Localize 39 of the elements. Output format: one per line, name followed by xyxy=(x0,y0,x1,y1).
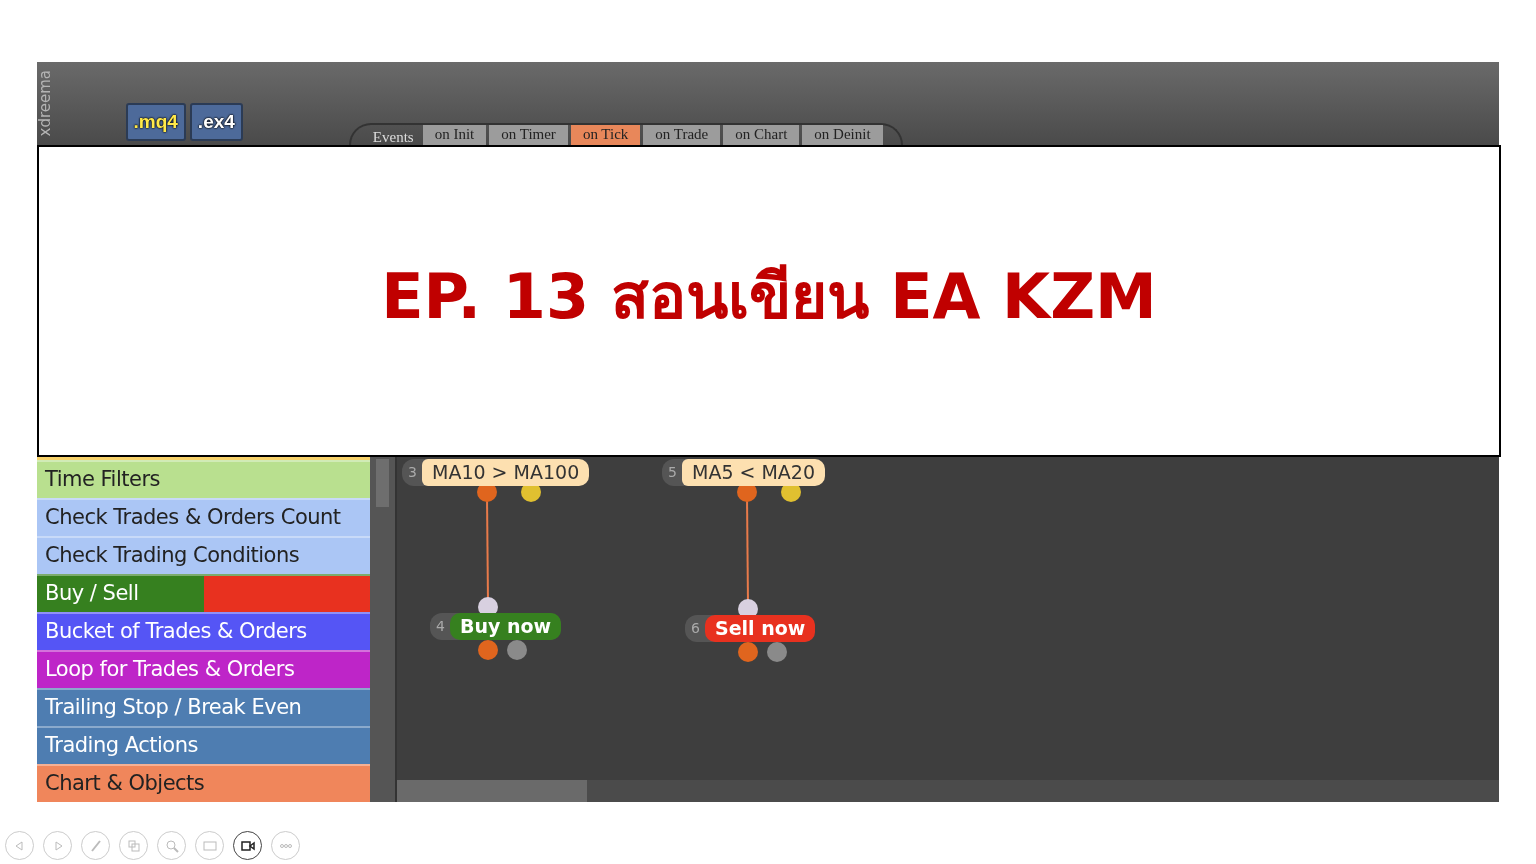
block-label: Sell now xyxy=(705,615,816,642)
connector-dot[interactable] xyxy=(507,640,527,660)
events-label: Events xyxy=(372,130,414,145)
event-tab[interactable]: on Tick xyxy=(570,125,641,145)
block-group-item[interactable]: Check Trades & Orders Count xyxy=(37,498,370,536)
connector-dot[interactable] xyxy=(738,642,758,662)
block-number: 6 xyxy=(691,618,701,638)
slide-title: EP. 13 สอนเขียน EA KZM xyxy=(381,258,1157,335)
event-tab[interactable]: on Deinit xyxy=(802,125,883,145)
video-camera-icon[interactable] xyxy=(233,831,262,860)
event-tab[interactable]: on Trade xyxy=(643,125,721,145)
flow-block[interactable]: 4 Buy now xyxy=(430,613,562,640)
block-number: 3 xyxy=(408,462,418,482)
block-group-item[interactable]: Buy / Sell xyxy=(37,574,370,612)
block-label: MA10 > MA100 xyxy=(422,459,590,486)
flow-block[interactable]: 3 MA10 > MA100 xyxy=(402,459,590,486)
file-type-button[interactable]: .ex4 xyxy=(189,103,243,141)
block-number: 5 xyxy=(668,462,678,482)
block-label: MA5 < MA20 xyxy=(682,459,826,486)
event-tab[interactable]: on Chart xyxy=(723,125,800,145)
block-group-item[interactable]: Trading Actions xyxy=(37,726,370,764)
block-label: Buy now xyxy=(450,613,562,640)
block-group-item[interactable]: Check Trading Conditions xyxy=(37,536,370,574)
block-group-item[interactable]: Loop for Trades & Orders xyxy=(37,650,370,688)
flow-block[interactable]: 5 MA5 < MA20 xyxy=(662,459,826,486)
block-group-item[interactable]: Chart & Objects xyxy=(37,764,370,802)
connector-dot[interactable] xyxy=(767,642,787,662)
block-number: 4 xyxy=(436,616,446,636)
block-group-item[interactable]: Bucket of Trades & Orders xyxy=(37,612,370,650)
event-tab[interactable]: on Timer xyxy=(489,125,568,145)
horizontal-scrollbar[interactable] xyxy=(397,780,1499,802)
event-tab[interactable]: on Init xyxy=(422,125,487,145)
block-group-item[interactable]: Time Filters xyxy=(37,460,370,498)
file-type-button[interactable]: .mq4 xyxy=(125,103,186,141)
block-group-item[interactable]: Trailing Stop / Break Even xyxy=(37,688,370,726)
zoom-icon[interactable] xyxy=(157,831,186,860)
connector-dot[interactable] xyxy=(478,640,498,660)
flow-block[interactable]: 6 Sell now xyxy=(685,615,816,642)
more-options-icon[interactable] xyxy=(271,831,300,860)
